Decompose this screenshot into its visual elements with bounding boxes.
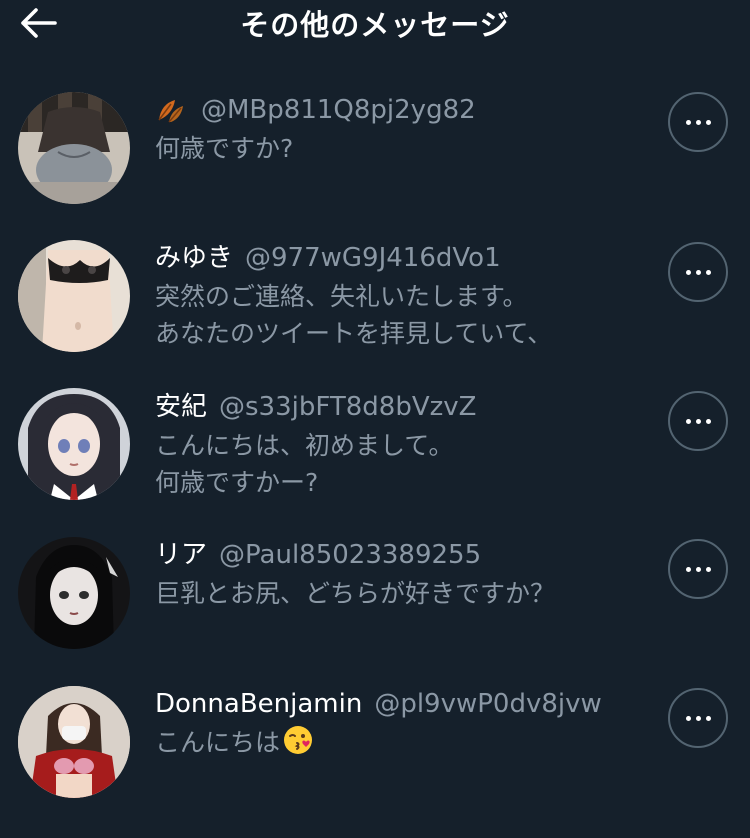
face-blowing-kiss-icon — [282, 724, 314, 766]
fallen-leaf-icon — [155, 96, 187, 124]
user-handle: @MBp811Q8pj2yg82 — [201, 95, 476, 125]
message-header: リア @Paul85023389255 — [155, 539, 481, 571]
avatar[interactable] — [18, 537, 130, 649]
message-preview: あなたのツイートを拝見していて、 — [155, 319, 553, 348]
more-icon — [685, 715, 711, 721]
message-item[interactable]: 安紀 @s33jbFT8d8bVzvZ こんにちは、初めまして。 何歳ですかー? — [0, 377, 750, 517]
user-handle: @Paul85023389255 — [219, 540, 482, 570]
message-header: @MBp811Q8pj2yg82 — [155, 94, 476, 126]
display-name: リア — [155, 540, 208, 570]
more-icon — [685, 119, 711, 125]
message-header: 安紀 @s33jbFT8d8bVzvZ — [155, 391, 476, 423]
message-preview: 巨乳とお尻、どちらが好きですか？ — [155, 579, 556, 608]
more-icon — [685, 269, 711, 275]
user-handle: @s33jbFT8d8bVzvZ — [219, 392, 477, 422]
message-item[interactable]: リア @Paul85023389255 巨乳とお尻、どちらが好きですか？ — [0, 525, 750, 665]
message-preview: 突然のご連絡、失礼いたします。 — [155, 282, 528, 311]
more-options-button[interactable] — [668, 391, 728, 451]
user-handle: @977wG9J416dVo1 — [245, 243, 501, 273]
message-item[interactable]: みゆき @977wG9J416dVo1 突然のご連絡、失礼いたします。 あなたの… — [0, 228, 750, 368]
more-options-button[interactable] — [668, 92, 728, 152]
display-name: みゆき — [155, 243, 234, 273]
avatar[interactable] — [18, 388, 130, 500]
display-name: 安紀 — [155, 392, 208, 422]
message-preview: 何歳ですかー? — [155, 468, 319, 497]
message-item[interactable]: DonnaBenjamin @pl9vwP0dv8jvw こんにちは — [0, 674, 750, 814]
display-name: DonnaBenjamin — [155, 689, 363, 719]
more-options-button[interactable] — [668, 242, 728, 302]
avatar[interactable] — [18, 92, 130, 204]
message-preview: こんにちは、初めまして。 — [155, 431, 454, 460]
message-preview: 何歳ですか? — [155, 134, 294, 163]
page-title: その他のメッセージ — [240, 8, 510, 42]
more-icon — [685, 566, 711, 572]
message-preview: こんにちは — [155, 724, 314, 766]
message-header: DonnaBenjamin @pl9vwP0dv8jvw — [155, 688, 602, 720]
more-icon — [685, 418, 711, 424]
message-item[interactable]: @MBp811Q8pj2yg82 何歳ですか? — [0, 80, 750, 220]
more-options-button[interactable] — [668, 539, 728, 599]
user-handle: @pl9vwP0dv8jvw — [374, 689, 602, 719]
more-options-button[interactable] — [668, 688, 728, 748]
avatar[interactable] — [18, 240, 130, 352]
top-bar: その他のメッセージ — [0, 0, 750, 56]
avatar[interactable] — [18, 686, 130, 798]
message-text: こんにちは — [155, 728, 281, 757]
message-header: みゆき @977wG9J416dVo1 — [155, 242, 501, 274]
